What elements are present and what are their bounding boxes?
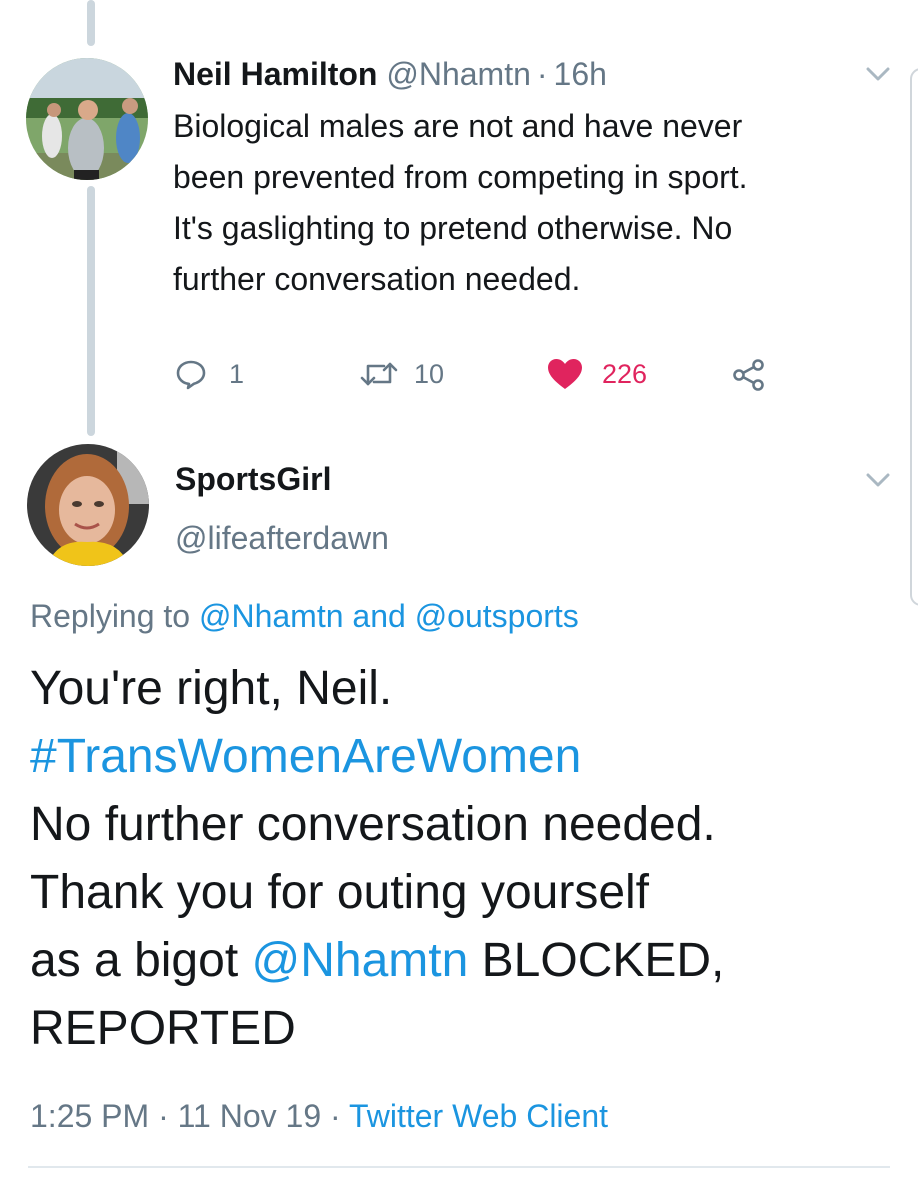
timestamp[interactable]: 16h [554,56,607,92]
mention-link[interactable]: @Nhamtn [252,934,469,987]
tweet-text-line: You're right, Neil. [30,662,393,715]
retweet-icon [360,362,398,386]
hashtag-link[interactable]: #TransWomenAreWomen [30,723,724,791]
reply-count: 1 [229,358,245,389]
tweet-text-line: Thank you for outing yourself [30,866,650,919]
chevron-down-icon[interactable] [864,470,892,490]
retweet-count: 10 [414,358,445,389]
tweet-time[interactable]: 1:25 PM [30,1098,149,1134]
handle[interactable]: @lifeafterdawn [175,518,389,558]
header-separator: · [536,56,548,92]
text-fragment: as a bigot [30,934,239,987]
mention-link[interactable]: @Nhamtn [199,598,344,634]
handle[interactable]: @Nhamtn [386,56,531,92]
reply-icon [176,360,206,390]
text-fragment: BLOCKED, [481,934,725,987]
tweet-text-line: further conversation needed. [173,261,581,297]
avatar-sportsgirl[interactable] [27,444,149,566]
tweet-text-line: No further conversation needed. [30,798,716,851]
divider [28,1166,890,1168]
like-count: 226 [602,358,648,389]
scrollbar[interactable] [910,68,918,606]
meta-separator: · [158,1098,169,1134]
tweet-text-line: It's gaslighting to pretend otherwise. N… [173,210,733,246]
client-link[interactable]: Twitter Web Client [349,1098,608,1134]
tweet-text-line: Biological males are not and have never [173,108,743,144]
tweet-text: Biological males are not and have never … [173,101,748,305]
chevron-down-icon[interactable] [864,64,892,84]
display-name[interactable]: SportsGirl [175,459,331,499]
retweet-button[interactable]: 10 [360,358,444,390]
replying-and[interactable]: and [352,598,405,634]
reply-button[interactable]: 1 [175,358,244,390]
tweet-meta: 1:25 PM · 11 Nov 19 · Twitter Web Client [30,1096,608,1136]
thread-line [87,186,95,436]
share-button[interactable] [732,358,768,392]
tweet-text-line: been prevented from competing in sport. [173,159,748,195]
replying-to-label: Replying to [30,598,191,634]
like-button[interactable]: 226 [546,357,647,391]
display-name[interactable]: Neil Hamilton [173,56,377,92]
meta-separator: · [330,1098,341,1134]
tweet-header: Neil Hamilton @Nhamtn · 16h [173,54,607,94]
replying-to: Replying to @Nhamtn and @outsports [30,596,579,636]
share-icon [733,359,764,391]
tweet-text-line: as a bigot @Nhamtn BLOCKED, [30,927,724,995]
tweet-text: You're right, Neil. #TransWomenAreWomen … [30,655,724,1063]
heart-icon [548,359,582,389]
avatar-neil[interactable] [26,58,148,180]
thread-line-top [87,0,95,46]
tweet-date[interactable]: 11 Nov 19 [178,1098,322,1134]
tweet-text-line: REPORTED [30,1002,296,1055]
mention-link[interactable]: @outsports [415,598,579,634]
